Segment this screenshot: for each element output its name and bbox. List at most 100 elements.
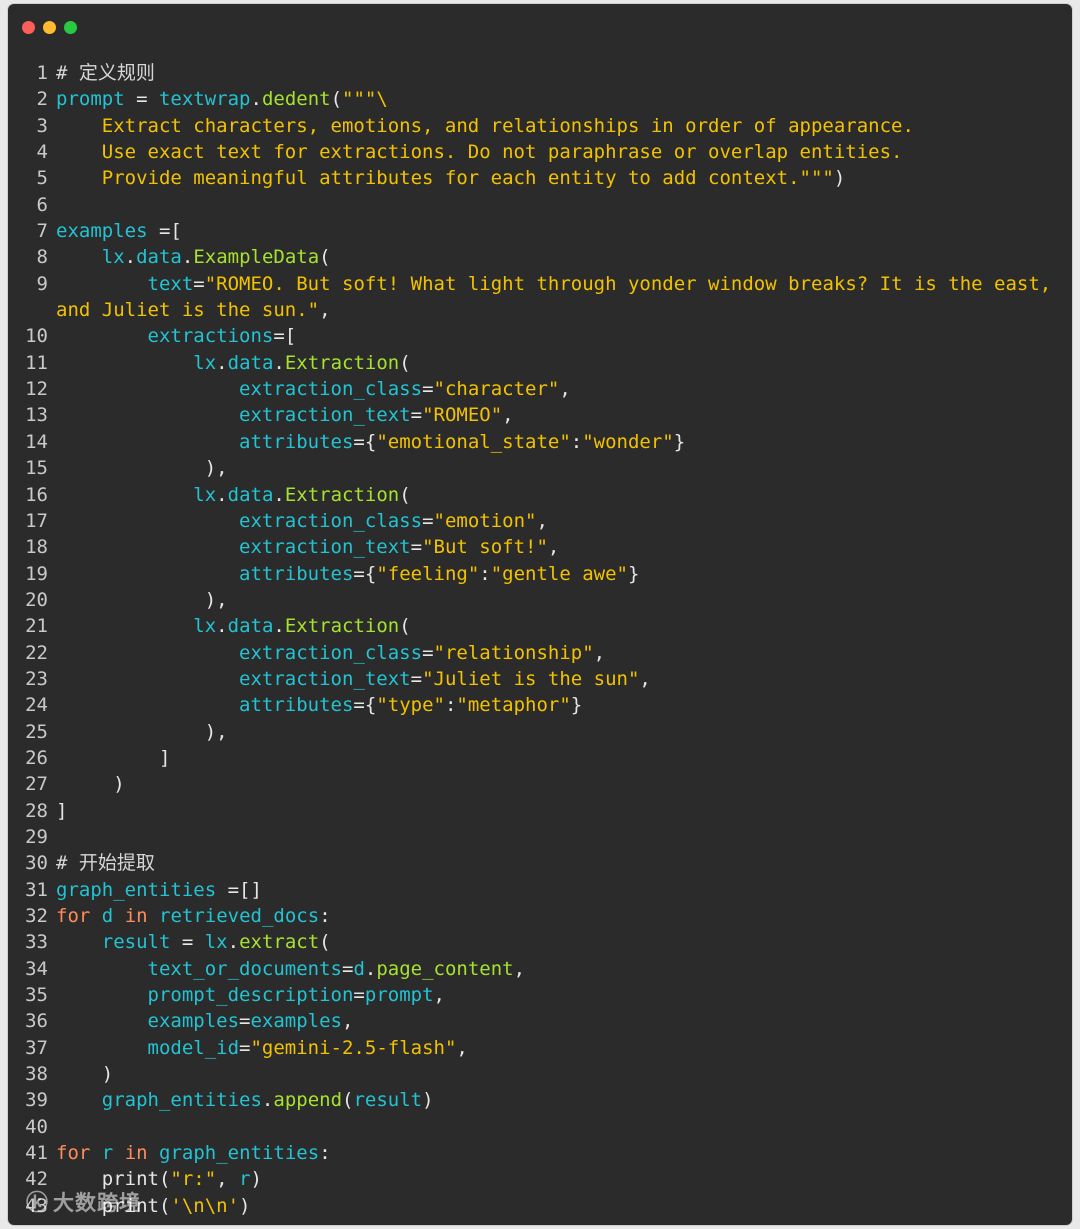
- line-number: 17: [25, 509, 48, 532]
- code-token: ={: [353, 430, 377, 453]
- code-token: }: [628, 562, 640, 585]
- code-token: extraction_text: [239, 667, 411, 690]
- code-token: "metaphor": [456, 694, 571, 717]
- code-token: ,: [502, 404, 514, 427]
- code-token: ,: [593, 641, 606, 664]
- code-line: 10 extractions=[: [8, 323, 1072, 349]
- code-token: lx: [101, 246, 125, 269]
- code-line: 20 ),: [8, 587, 1072, 613]
- line-number: 4: [36, 141, 48, 164]
- code-token: lx: [204, 931, 228, 954]
- code-token: r: [101, 1142, 114, 1165]
- line-number: 13: [25, 404, 48, 427]
- code-line: 43 print('\n\n'): [8, 1193, 1072, 1219]
- code-line: 17 extraction_class="emotion",: [8, 508, 1072, 534]
- code-token: attributes: [239, 694, 354, 717]
- code-token: (: [319, 931, 331, 954]
- code-token: =: [422, 378, 434, 401]
- code-token: .: [227, 931, 240, 954]
- code-token: "ROMEO. But soft! What light through yon…: [204, 272, 1052, 295]
- code-token: extraction_class: [239, 509, 423, 532]
- code-token: =: [422, 641, 434, 664]
- code-line: 15 ),: [8, 455, 1072, 481]
- line-number: 37: [25, 1036, 48, 1059]
- minimize-dot-icon[interactable]: [43, 21, 56, 34]
- line-number: 18: [25, 536, 48, 559]
- maximize-dot-icon[interactable]: [64, 21, 77, 34]
- code-token: "emotion": [433, 509, 537, 532]
- code-token: lx: [193, 351, 217, 374]
- line-number: 9: [36, 272, 48, 295]
- code-line: 42 print("r:", r): [8, 1166, 1072, 1192]
- code-token: Extraction: [284, 615, 400, 638]
- code-token: .: [216, 615, 228, 638]
- code-token: (: [319, 246, 331, 269]
- code-token: prompt: [364, 984, 434, 1007]
- code-token: (: [399, 483, 411, 506]
- code-line: 22 extraction_class="relationship",: [8, 640, 1072, 666]
- code-line: 14 attributes={"emotional_state":"wonder…: [8, 429, 1072, 455]
- code-line: 27 ): [8, 771, 1072, 797]
- code-token: retrieved_docs: [159, 905, 320, 927]
- watermark-text: 大数跨境: [53, 1191, 142, 1215]
- code-token: .: [181, 246, 194, 269]
- code-token: ,: [216, 1168, 240, 1191]
- code-token: attributes: [239, 562, 354, 585]
- line-number: 31: [25, 878, 48, 901]
- code-token: =: [170, 931, 205, 954]
- close-dot-icon[interactable]: [22, 21, 35, 34]
- code-token: Extract characters, emotions, and relati…: [56, 114, 914, 137]
- code-token: ),: [56, 720, 228, 743]
- line-number: 24: [25, 694, 48, 717]
- code-token: in: [124, 1142, 148, 1165]
- line-number: 7: [36, 220, 48, 243]
- code-token: =[: [273, 325, 297, 348]
- code-token: =: [410, 667, 423, 690]
- code-token: ),: [56, 588, 228, 611]
- code-line: 16 lx.data.Extraction(: [8, 482, 1072, 508]
- code-token: "r:": [170, 1168, 217, 1191]
- line-number: 33: [25, 931, 48, 954]
- code-token: Extraction: [284, 351, 400, 374]
- code-line: 1 # 定义规则: [8, 60, 1072, 86]
- code-token: ,: [547, 536, 560, 559]
- code-token: =[]: [216, 878, 262, 901]
- code-token: ,: [433, 984, 445, 1007]
- code-token: ): [833, 167, 846, 190]
- code-token: .: [216, 351, 228, 374]
- code-token: =: [239, 1010, 251, 1033]
- code-token: =: [422, 509, 434, 532]
- line-number: 28: [25, 799, 48, 822]
- line-number: 16: [25, 483, 48, 506]
- code-token: =: [410, 536, 423, 559]
- code-token: d: [353, 957, 365, 980]
- code-token: ,: [513, 957, 526, 980]
- code-token: graph_entities: [56, 878, 217, 901]
- code-line: 34 text_or_documents=d.page_content,: [8, 956, 1072, 982]
- code-token: in: [124, 905, 148, 927]
- code-token: ={: [353, 694, 377, 717]
- line-number: 8: [36, 246, 48, 269]
- line-number: 38: [25, 1063, 48, 1086]
- code-token: result: [101, 931, 171, 954]
- code-line: 18 extraction_text="But soft!",: [8, 534, 1072, 560]
- line-number: 29: [25, 825, 48, 848]
- code-token: # 定义规则: [56, 62, 155, 84]
- code-token: extraction_class: [239, 641, 423, 664]
- code-token: lx: [193, 483, 217, 506]
- line-number: 32: [25, 905, 48, 927]
- line-number: 21: [25, 615, 48, 638]
- code-token: """\: [342, 88, 388, 111]
- code-token: (: [399, 615, 411, 638]
- code-line: 32 for d in retrieved_docs:: [8, 903, 1072, 929]
- code-token: text_or_documents: [147, 957, 342, 980]
- code-token: graph_entities: [101, 1089, 262, 1112]
- code-token: ): [56, 1063, 114, 1086]
